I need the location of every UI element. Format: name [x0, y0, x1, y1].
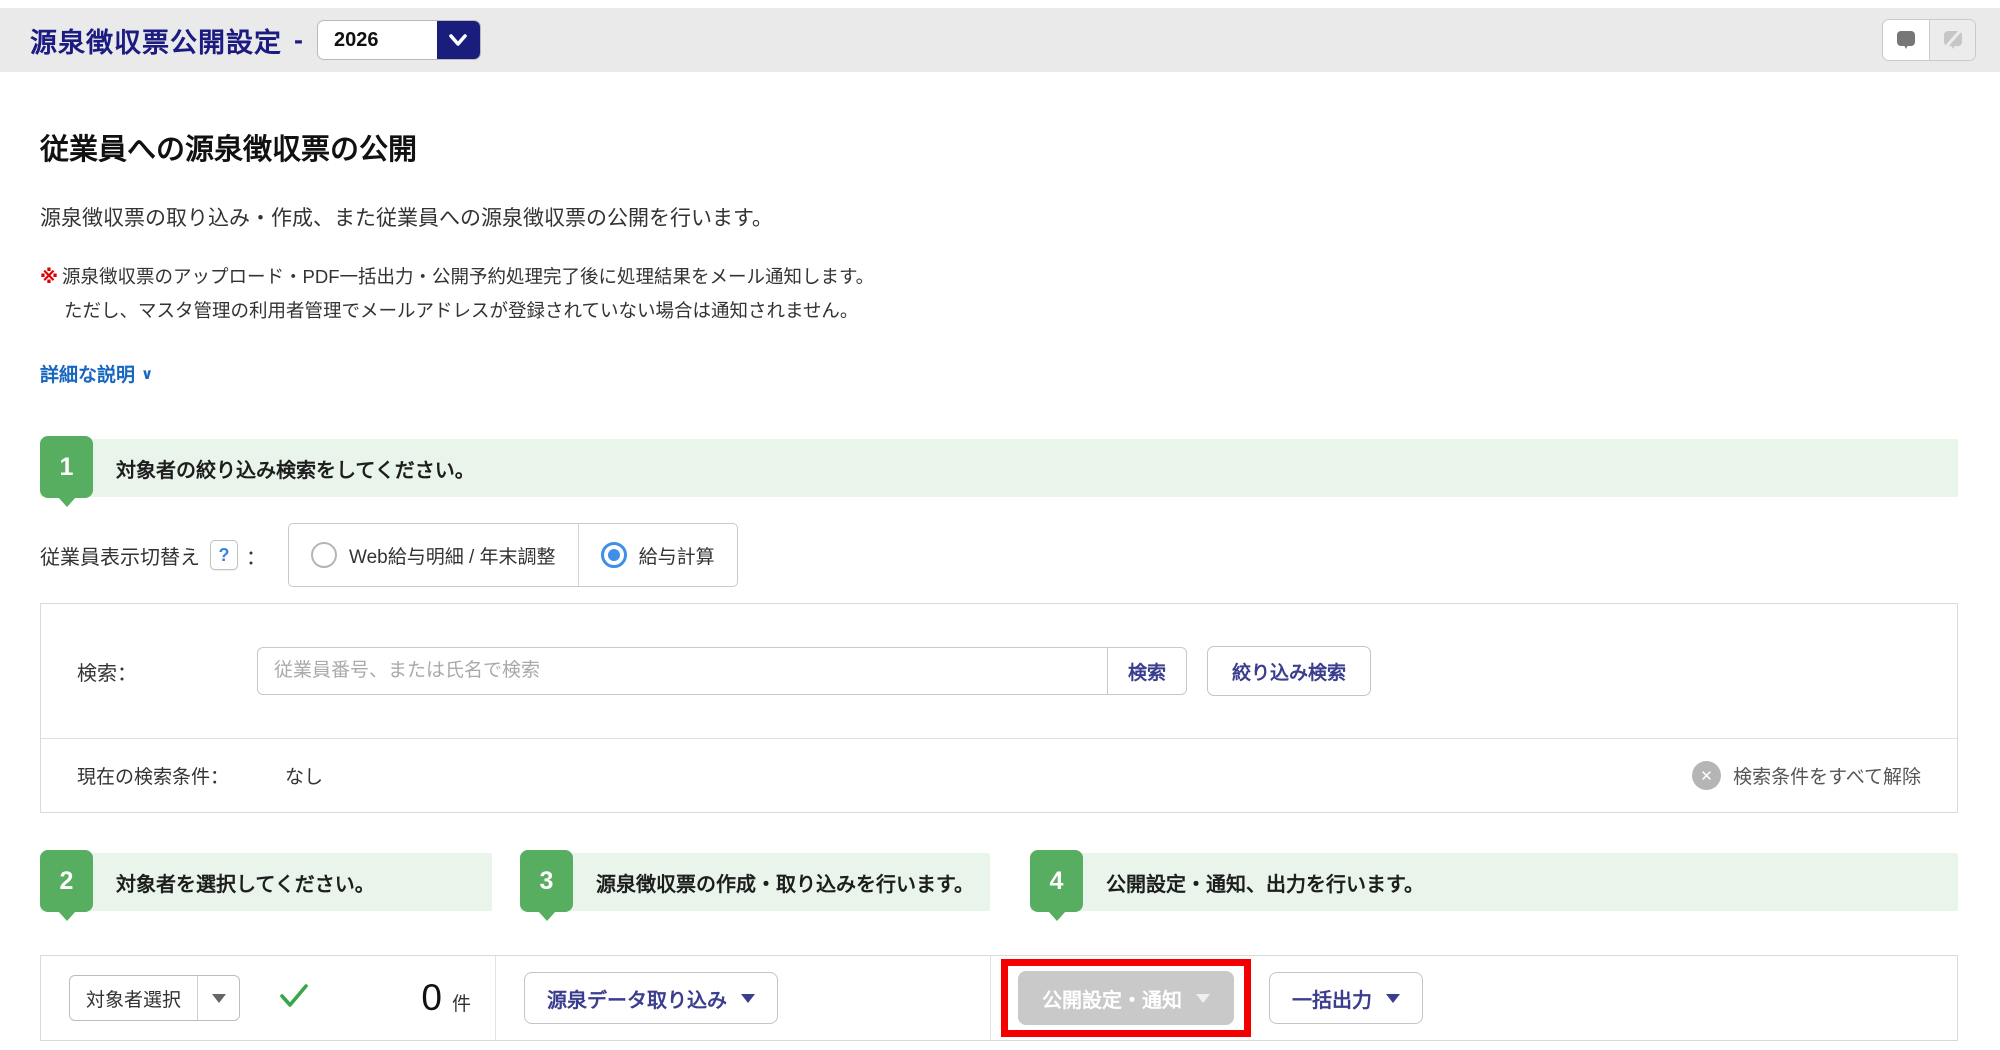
section-heading: 従業員への源泉徴収票の公開	[40, 134, 418, 166]
chevron-down-icon	[1196, 993, 1210, 1003]
target-select-label: 対象者選択	[86, 989, 182, 1011]
search-button[interactable]: 検索	[1107, 647, 1187, 696]
header-bar: 源泉徴収票公開設定 - 2026	[0, 8, 2000, 72]
comment-icon	[1897, 31, 1915, 49]
selected-count-unit: 件	[451, 994, 471, 1016]
target-select-caret[interactable]	[197, 976, 239, 1021]
steps-row: 2 対象者を選択してください。 3 源泉徴収票の作成・取り込みを行います。 4 …	[40, 850, 1958, 913]
bulk-export-button[interactable]: 一括出力	[1269, 972, 1423, 1025]
step3-text: 源泉徴収票の作成・取り込みを行います。	[596, 873, 974, 896]
comment-toggle-group	[1882, 19, 1976, 61]
help-icon[interactable]: ?	[210, 540, 238, 571]
show-comments-button[interactable]	[1883, 20, 1929, 60]
export-button-label: 一括出力	[1292, 989, 1372, 1012]
section-description: 源泉徴収票の取り込み・作成、また従業員への源泉徴収票の公開を行います。	[40, 207, 773, 230]
selected-count-value: 0	[421, 977, 442, 1019]
chevron-down-icon	[436, 21, 480, 59]
comment-slash-icon	[1943, 29, 1962, 49]
close-icon: ✕	[1692, 761, 1722, 791]
clear-all-conditions-button[interactable]: ✕ 検索条件をすべて解除	[1692, 761, 1921, 791]
step2-banner: 2 対象者を選択してください。	[40, 850, 492, 913]
target-select-button[interactable]: 対象者選択	[69, 975, 241, 1022]
chevron-down-icon: ∨	[141, 365, 154, 383]
chevron-down-icon	[741, 993, 755, 1003]
radio-web-payslip[interactable]: Web給与明細 / 年末調整	[289, 524, 578, 586]
hide-comments-button[interactable]	[1929, 20, 1975, 60]
title-dash: -	[294, 24, 303, 55]
details-toggle-link[interactable]: 詳細な説明 ∨	[40, 360, 153, 387]
step4-text: 公開設定・通知、出力を行います。	[1106, 873, 1424, 896]
import-cell: 源泉データ取り込み	[496, 956, 991, 1041]
current-conditions-label: 現在の検索条件：	[77, 767, 230, 789]
toggle-colon: ：	[246, 546, 266, 569]
clear-all-label: 検索条件をすべて解除	[1733, 767, 1921, 789]
publish-button-highlight: 公開設定・通知	[1001, 959, 1251, 1038]
radio-payroll-calc-label: 給与計算	[638, 546, 715, 568]
radio-web-payslip-label: Web給与明細 / 年末調整	[349, 546, 556, 568]
search-label: 検索：	[77, 662, 137, 685]
import-button-label: 源泉データ取り込み	[547, 989, 727, 1012]
chevron-down-icon	[1386, 993, 1400, 1003]
radio-payroll-calc[interactable]: 給与計算	[577, 524, 737, 587]
import-withholding-data-button[interactable]: 源泉データ取り込み	[524, 972, 778, 1025]
notice-line-1: ※ 源泉徴収票のアップロード・PDF一括出力・公開予約処理完了後に処理結果をメール…	[40, 266, 875, 287]
fiscal-year-value: 2026	[334, 28, 379, 51]
selected-count: 0 件	[421, 977, 495, 1019]
search-input[interactable]	[257, 647, 1107, 696]
asterisk-mark: ※	[40, 266, 58, 287]
action-toolbar: 対象者選択 0 件 源泉データ取り込み 公開設定・通知 一括出力	[40, 955, 1958, 1042]
employee-display-toggle-row: 従業員表示切替え ? ： Web給与明細 / 年末調整 給与計算	[40, 523, 1958, 588]
step1-badge: 1	[40, 436, 93, 499]
publish-button-label: 公開設定・通知	[1042, 989, 1182, 1012]
step3-banner: 3 源泉徴収票の作成・取り込みを行います。	[520, 850, 990, 913]
target-select-cell: 対象者選択 0 件	[41, 956, 496, 1041]
step4-banner: 4 公開設定・通知、出力を行います。	[1030, 850, 1958, 913]
step2-text: 対象者を選択してください。	[116, 873, 375, 896]
current-conditions-row: 現在の検索条件： なし ✕ 検索条件をすべて解除	[41, 738, 1957, 812]
chevron-down-icon	[211, 993, 226, 1003]
step1-text: 対象者の絞り込み検索をしてください。	[116, 459, 475, 482]
step3-badge: 3	[520, 850, 573, 913]
search-row: 検索： 検索 絞り込み検索	[41, 604, 1957, 738]
search-input-group: 検索	[257, 647, 1187, 696]
details-link-label: 詳細な説明	[40, 365, 136, 387]
step1-banner: 1 対象者の絞り込み検索をしてください。	[40, 436, 1958, 499]
fiscal-year-select[interactable]: 2026	[317, 20, 481, 60]
step4-badge: 4	[1030, 850, 1083, 913]
toggle-label: 従業員表示切替え	[40, 546, 200, 569]
filter-search-button[interactable]: 絞り込み検索	[1207, 646, 1372, 697]
current-conditions-value: なし	[285, 767, 324, 789]
step2-badge: 2	[40, 850, 93, 913]
radio-unselected-icon	[311, 542, 337, 569]
page-title: 源泉徴収票公開設定	[30, 27, 282, 58]
search-panel: 検索： 検索 絞り込み検索 現在の検索条件： なし ✕ 検索条件をすべて解除	[40, 603, 1958, 814]
notice-block: ※ 源泉徴収票のアップロード・PDF一括出力・公開予約処理完了後に処理結果をメール…	[40, 260, 1958, 328]
radio-selected-icon	[600, 542, 627, 569]
publish-notify-button[interactable]: 公開設定・通知	[1018, 971, 1234, 1026]
notice-line-2: ただし、マスタ管理の利用者管理でメールアドレスが登録されていない場合は通知されま…	[64, 300, 859, 322]
publish-export-cell: 公開設定・通知 一括出力	[991, 956, 1957, 1040]
check-icon	[278, 982, 310, 1015]
display-mode-radio-group: Web給与明細 / 年末調整 給与計算	[288, 523, 738, 588]
main-content: 従業員への源泉徴収票の公開 源泉徴収票の取り込み・作成、また従業員への源泉徴収票…	[0, 126, 2000, 1042]
